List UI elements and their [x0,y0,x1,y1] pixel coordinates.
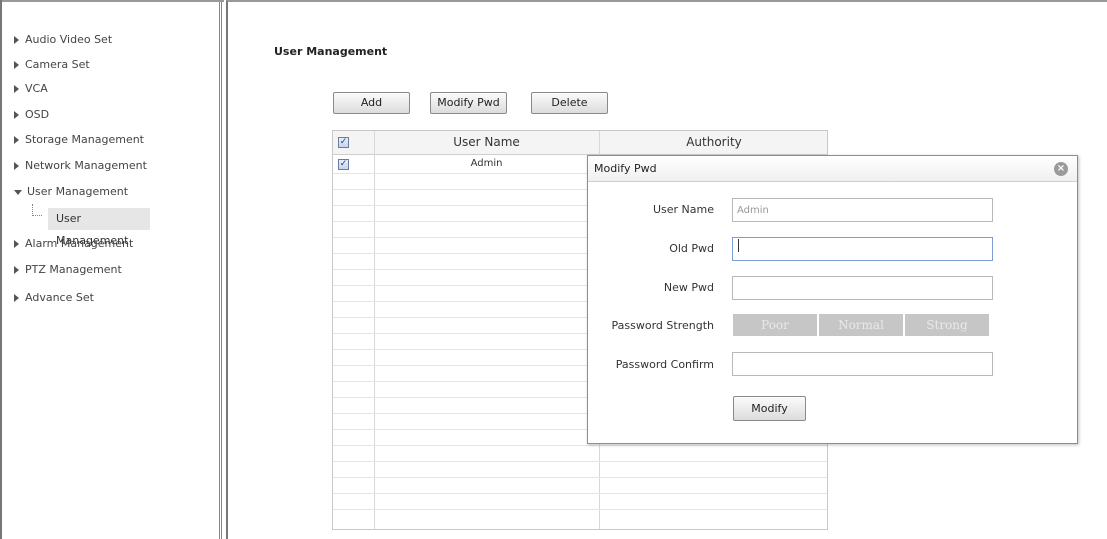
row-line [333,461,827,462]
cell-user-name: Admin [470,158,503,169]
nav-ptz-management[interactable]: PTZ Management [14,261,122,279]
nav-audio-video-set[interactable]: Audio Video Set [14,31,112,49]
strength-normal: Normal [819,314,903,336]
nav-network-management[interactable]: Network Management [14,157,147,175]
row-line [333,477,827,478]
nav-storage-management[interactable]: Storage Management [14,131,144,149]
dialog-title: Modify Pwd [594,162,657,175]
nav-label: Alarm Management [25,237,134,250]
nav-advance-set[interactable]: Advance Set [14,289,94,307]
strength-strong: Strong [905,314,989,336]
page-title: User Management [274,45,388,58]
chevron-right-icon [14,162,19,170]
chevron-right-icon [14,36,19,44]
row-line [333,509,827,510]
chevron-right-icon [14,266,19,274]
password-confirm-field[interactable] [732,352,993,376]
modify-button[interactable]: Modify [733,396,806,421]
new-pwd-label: New Pwd [663,281,714,294]
chevron-down-icon [14,189,22,195]
nav-label: VCA [25,82,48,95]
chevron-right-icon [14,85,19,93]
row-line [333,493,827,494]
chevron-right-icon [14,111,19,119]
add-button[interactable]: Add [333,92,410,114]
close-icon[interactable]: × [1054,162,1068,176]
column-divider [374,131,375,529]
nav-label: User Management [27,185,129,198]
nav-label: Storage Management [25,133,144,146]
modify-pwd-button[interactable]: Modify Pwd [430,92,507,114]
select-all-checkbox[interactable]: ✓ [338,137,349,148]
strength-poor: Poor [733,314,817,336]
nav-label: Audio Video Set [25,33,113,46]
nav-alarm-management[interactable]: Alarm Management [14,235,133,253]
column-header-user-name: User Name [453,135,520,149]
dialog-title-bar: Modify Pwd × [588,156,1077,182]
delete-button[interactable]: Delete [531,92,608,114]
nav-camera-set[interactable]: Camera Set [14,56,90,74]
user-name-field[interactable] [732,198,993,222]
nav-user-management[interactable]: User Management [14,183,128,201]
new-pwd-field[interactable] [732,276,993,300]
column-header-authority: Authority [686,135,742,149]
chevron-right-icon [14,240,19,248]
nav-label: Network Management [25,159,147,172]
user-name-label: User Name [652,203,714,216]
row-line [333,445,827,446]
chevron-right-icon [14,294,19,302]
old-pwd-field[interactable] [732,237,993,261]
nav-vca[interactable]: VCA [14,80,48,98]
sidebar-top-rule [2,0,224,2]
tree-connector [32,204,42,216]
text-caret [738,239,739,252]
chevron-right-icon [14,61,19,69]
nav-sub-user-management[interactable]: User Management [48,208,150,247]
password-confirm-label: Password Confirm [615,358,714,371]
old-pwd-label: Old Pwd [669,242,714,255]
modify-pwd-dialog: Modify Pwd × User Name Old Pwd New Pwd P… [587,155,1078,444]
chevron-right-icon [14,136,19,144]
nav-label: Camera Set [25,58,90,71]
nav-osd[interactable]: OSD [14,106,49,124]
nav-label: OSD [25,108,50,121]
nav-label: PTZ Management [25,263,122,276]
password-strength-label: Password Strength [611,319,714,332]
nav-label: Advance Set [25,291,94,304]
row-checkbox[interactable]: ✓ [338,159,349,170]
